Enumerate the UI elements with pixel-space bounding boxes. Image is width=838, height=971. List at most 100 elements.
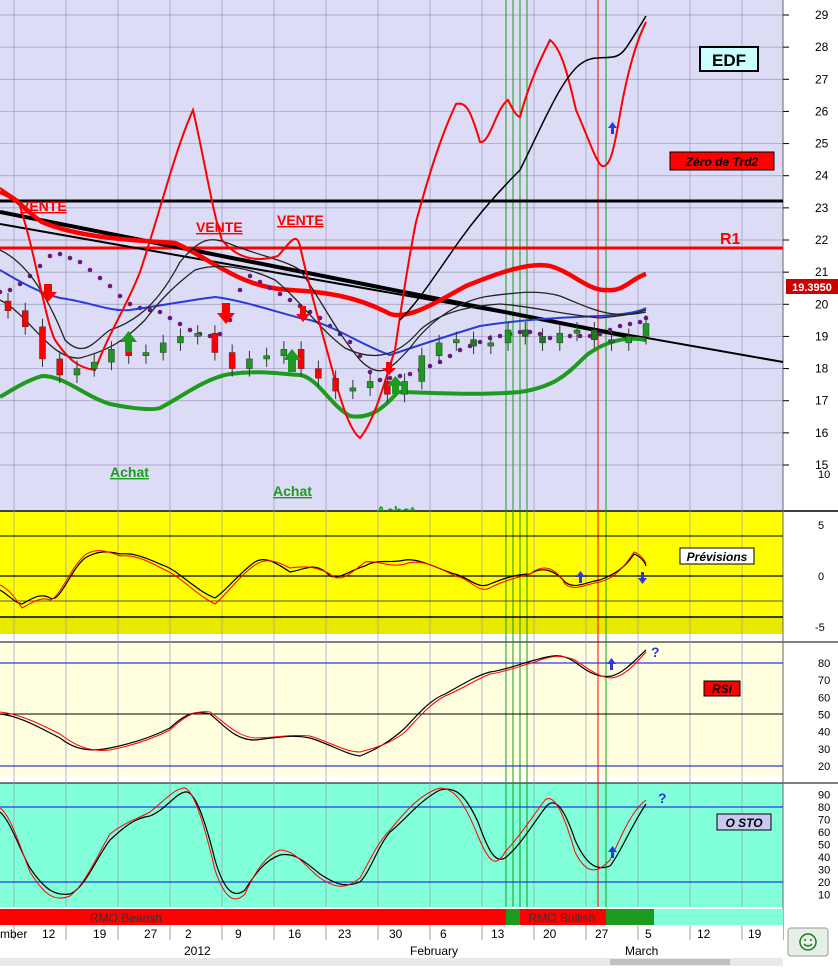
sar-dot: [7, 287, 13, 293]
candle-body: [108, 349, 115, 363]
date-label: 30: [389, 927, 403, 941]
date-label: 27: [144, 927, 158, 941]
rmo-bearish-label: RMO Bearish: [90, 911, 162, 925]
rmo-bar-segment: [598, 909, 606, 925]
sto-axis-label: 80: [818, 802, 830, 814]
r1-label: R1: [720, 231, 741, 248]
rsi-axis-label: 30: [818, 744, 830, 756]
candle-body: [4, 300, 12, 311]
candle-body: [418, 355, 426, 382]
price-axis-label: 25: [815, 137, 829, 151]
sar-dot: [387, 375, 393, 381]
date-label: mber: [0, 927, 27, 941]
date-label: 2: [185, 927, 192, 941]
last-price-text: 19.3950: [792, 282, 832, 294]
question-mark-icon: ?: [658, 790, 667, 806]
candle-body: [573, 329, 581, 334]
price-axis-label: 26: [815, 104, 829, 118]
sto-axis-label: 10: [818, 890, 830, 902]
date-label: 19: [93, 927, 107, 941]
rsi-axis-label: 60: [818, 692, 830, 704]
sar-dot: [157, 309, 163, 315]
rsi-axis-label: 40: [818, 727, 830, 739]
chart-window: R1 VENTE VENTE VENTE Achat Achat Achat E…: [0, 0, 838, 966]
sar-dot: [497, 333, 503, 339]
sar-dot: [267, 285, 273, 291]
price-axis-label: 23: [815, 201, 829, 215]
sar-dot: [457, 347, 463, 353]
rmo-bar-segment: [506, 909, 520, 925]
sar-dot: [247, 273, 253, 279]
chart-canvas: R1 VENTE VENTE VENTE Achat Achat Achat E…: [0, 0, 838, 966]
price-axis-label: 19: [815, 329, 829, 343]
date-label: February: [410, 944, 458, 958]
sar-dot: [97, 275, 103, 281]
rmo-bullish-label: RMO Bullish: [529, 911, 596, 925]
sar-dot: [217, 331, 223, 337]
date-label: 6: [440, 927, 447, 941]
candle-body: [263, 355, 270, 360]
sar-dot: [177, 321, 183, 327]
price-axis-label: 28: [815, 40, 829, 54]
question-mark-icon: ?: [651, 644, 660, 660]
candle-body: [211, 332, 219, 353]
candle-body: [366, 381, 374, 389]
candle-body: [539, 336, 546, 344]
osto-text: O STO: [725, 816, 763, 830]
smiley-button[interactable]: [787, 927, 829, 957]
sar-dot: [237, 287, 243, 293]
candle-body: [56, 358, 63, 376]
sar-dot: [67, 255, 73, 261]
candle-body: [453, 339, 460, 344]
candle-body: [142, 352, 150, 356]
candle-body: [349, 387, 357, 392]
rsi-panel: [0, 642, 783, 775]
sar-dot: [277, 291, 283, 297]
date-label: 19: [748, 927, 762, 941]
candle-body: [608, 339, 615, 344]
sto-axis-labels: 908070605040302010: [818, 790, 830, 902]
sar-dot: [407, 371, 413, 377]
price-axis-label: 18: [815, 362, 829, 376]
candle-body: [280, 349, 288, 356]
vente-label: VENTE: [277, 212, 324, 228]
price-axis-label: 21: [815, 265, 829, 279]
rmo-bearish-bar: [0, 909, 506, 925]
candle-body: [39, 326, 46, 360]
sar-dot: [87, 267, 93, 273]
date-label: 20: [543, 927, 557, 941]
price-axis-label: 16: [815, 426, 829, 440]
candle-body: [625, 336, 633, 344]
candle-body: [504, 329, 512, 344]
sto-axis-label: 50: [818, 840, 830, 852]
previsions-text: Prévisions: [687, 550, 748, 564]
candle-body: [470, 339, 477, 347]
candle-body: [21, 310, 29, 328]
sto-axis-label: 90: [818, 790, 830, 802]
rsi-axis-label: 50: [818, 710, 830, 722]
sar-dot: [447, 353, 453, 359]
sar-dot: [257, 279, 263, 285]
previsions-axis-label: -5: [815, 622, 825, 634]
sar-dot: [537, 331, 543, 337]
price-axis-label: 20: [815, 297, 829, 311]
zero-trd2-text: Zéro de Trd2: [685, 155, 759, 169]
sto-axis-label: 20: [818, 877, 830, 889]
candle-body: [159, 342, 167, 353]
sar-dot: [577, 333, 583, 339]
previsions-axis-label: 0: [818, 571, 824, 583]
rsi-axis-label: 80: [818, 658, 830, 670]
sar-dot: [477, 339, 483, 345]
sar-dot: [117, 293, 123, 299]
date-label: 2012: [184, 944, 211, 958]
sar-dot: [637, 319, 643, 325]
sar-dot: [517, 329, 523, 335]
price-panel: [0, 0, 783, 510]
candle-body: [90, 361, 98, 369]
sto-axis-label: 30: [818, 865, 830, 877]
scrollbar-thumb[interactable]: [610, 959, 730, 965]
sar-dot: [377, 377, 383, 383]
candle-body: [435, 342, 443, 356]
rsi-axis-label: 20: [818, 761, 830, 773]
date-label: 16: [288, 927, 302, 941]
